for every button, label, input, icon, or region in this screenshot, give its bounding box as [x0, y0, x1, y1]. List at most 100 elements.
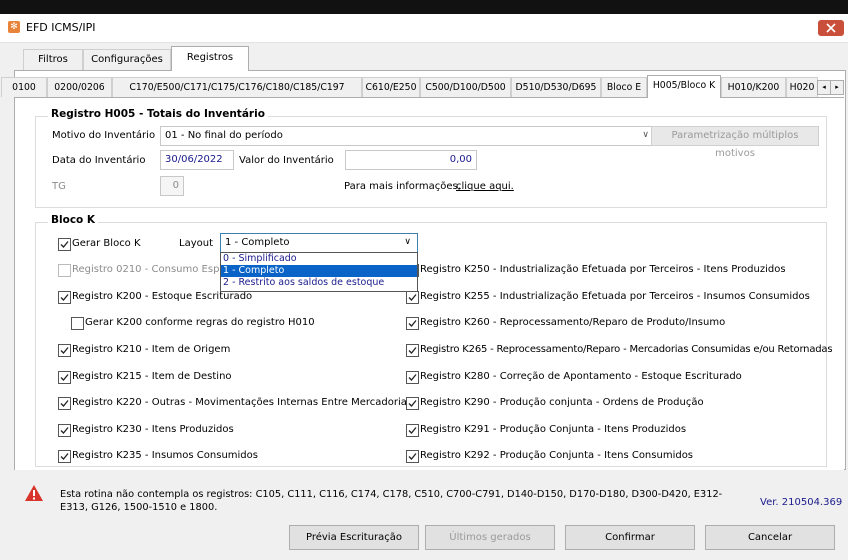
label-k280: Registro K280 - Correção de Apontamento …: [420, 371, 742, 382]
tab-c610-e250[interactable]: C610/E250: [362, 77, 420, 97]
checkmark-icon: [408, 453, 417, 460]
checkbox-0210[interactable]: [58, 264, 71, 277]
tab-h010-k200[interactable]: H010/K200: [721, 77, 786, 97]
close-button[interactable]: [818, 20, 844, 36]
confirmar-button[interactable]: Confirmar: [565, 525, 695, 550]
checkmark-icon: [60, 453, 69, 460]
tab-configuracoes[interactable]: Configurações: [83, 49, 171, 70]
checkbox-k215[interactable]: [58, 371, 71, 384]
ultimos-gerados-button[interactable]: Últimos gerados: [425, 525, 555, 550]
data-inventario-label: Data do Inventário: [52, 155, 146, 166]
close-icon: [826, 23, 836, 33]
tab-h020[interactable]: H020: [786, 77, 818, 97]
checkbox-k291[interactable]: [406, 424, 419, 437]
layout-dropdown-list: 0 - Simplificado 1 - Completo 2 - Restri…: [220, 252, 418, 292]
chevron-down-icon: ∨: [404, 237, 411, 247]
checkbox-k200-h010[interactable]: [71, 317, 84, 330]
checkmark-icon: [408, 400, 417, 407]
checkmark-icon: [60, 347, 69, 354]
checkmark-icon: [408, 294, 417, 301]
checkmark-icon: [60, 427, 69, 434]
motivo-label: Motivo do Inventário: [52, 130, 156, 141]
checkbox-k265[interactable]: [406, 344, 419, 357]
h005-group-title: Registro H005 - Totais do Inventário: [48, 108, 268, 120]
label-k292: Registro K292 - Produção Conjunta - Iten…: [420, 450, 694, 461]
tab-filtros[interactable]: Filtros: [23, 49, 83, 70]
layout-label: Layout: [179, 238, 213, 249]
registros-panel: 0100 0200/0206 C170/E500/C171/C175/C176/…: [1, 70, 846, 470]
checkbox-k220[interactable]: [58, 397, 71, 410]
h005-bloco-k-panel: Registro H005 - Totais do Inventário Mot…: [15, 97, 844, 470]
tg-field[interactable]: 0: [160, 176, 184, 196]
tab-scroll-right-icon[interactable]: ▸: [830, 80, 844, 95]
tab-registros[interactable]: Registros: [171, 46, 249, 71]
version-label: Ver. 210504.369: [760, 497, 843, 508]
gerar-bloco-k-label: Gerar Bloco K: [72, 238, 141, 249]
label-k290: Registro K290 - Produção conjunta - Orde…: [420, 397, 704, 408]
valor-inventario-label: Valor do Inventário: [239, 155, 334, 166]
label-k265: Registro K265 - Reprocessamento/Reparo -…: [420, 344, 833, 355]
data-inventario-field[interactable]: 30/06/2022: [160, 150, 234, 170]
layout-option-simplificado[interactable]: 0 - Simplificado: [221, 253, 417, 265]
inner-tab-strip: 0100 0200/0206 C170/E500/C171/C175/C176/…: [1, 75, 845, 98]
chevron-down-icon: ∨: [642, 130, 649, 140]
layout-select[interactable]: 1 - Completo ∨: [220, 233, 418, 253]
checkbox-k255[interactable]: [406, 291, 419, 304]
top-dark-bar: [0, 0, 848, 14]
tab-0200-0206[interactable]: 0200/0206: [47, 77, 112, 97]
label-k260: Registro K260 - Reprocessamento/Reparo d…: [420, 317, 726, 328]
warning-icon: [25, 485, 43, 501]
tab-0100[interactable]: 0100: [1, 77, 47, 97]
checkbox-k200[interactable]: [58, 291, 71, 304]
checkmark-icon: [60, 294, 69, 301]
checkbox-k210[interactable]: [58, 344, 71, 357]
tg-label: TG: [52, 181, 66, 192]
checkmark-icon: [60, 374, 69, 381]
motivo-value: 01 - No final do período: [165, 130, 283, 141]
label-k200-h010: Gerar K200 conforme regras do registro H…: [85, 317, 315, 328]
cancelar-button[interactable]: Cancelar: [705, 525, 835, 550]
valor-inventario-value: 0,00: [449, 154, 472, 165]
info-message: Esta rotina não contempla os registros: …: [60, 489, 723, 513]
label-k230: Registro K230 - Itens Produzidos: [72, 424, 234, 435]
label-k291: Registro K291 - Produção Conjunta - Iten…: [420, 424, 687, 435]
gerar-bloco-k-checkbox[interactable]: [58, 238, 71, 251]
label-k255: Registro K255 - Industrialização Efetuad…: [420, 291, 810, 302]
tab-scroll-left-icon[interactable]: ◂: [817, 80, 831, 95]
checkbox-k230[interactable]: [58, 424, 71, 437]
layout-option-restrito[interactable]: 2 - Restrito aos saldos de estoque: [221, 277, 417, 289]
motivo-select[interactable]: 01 - No final do período ∨: [160, 126, 656, 146]
checkbox-k290[interactable]: [406, 397, 419, 410]
parametrizacao-button[interactable]: Parametrização múltiplos motivos: [651, 126, 819, 159]
layout-value: 1 - Completo: [225, 237, 290, 248]
info-text: Para mais informações,: [344, 181, 461, 192]
tab-scroll-arrows: ◂ ▸: [817, 80, 844, 95]
bloco-k-group-title: Bloco K: [48, 214, 99, 226]
label-k210: Registro K210 - Item de Origem: [72, 344, 231, 355]
checkbox-k292[interactable]: [406, 450, 419, 463]
label-k250: Registro K250 - Industrialização Efetuad…: [420, 264, 786, 275]
label-k200: Registro K200 - Estoque Escriturado: [72, 291, 253, 302]
checkbox-k280[interactable]: [406, 371, 419, 384]
window-title: EFD ICMS/IPI: [26, 21, 96, 34]
tab-bloco-e[interactable]: Bloco E: [601, 77, 647, 97]
valor-inventario-field[interactable]: 0,00: [345, 150, 477, 170]
previa-escrituracao-button[interactable]: Prévia Escrituração: [289, 525, 419, 550]
checkmark-icon: [60, 241, 69, 248]
label-k220: Registro K220 - Outras - Movimentações I…: [72, 397, 413, 408]
label-k235: Registro K235 - Insumos Consumidos: [72, 450, 258, 461]
tab-c500-d100-d500[interactable]: C500/D100/D500: [420, 77, 511, 97]
window-titlebar: ✻ EFD ICMS/IPI: [0, 14, 848, 43]
clique-aqui-link[interactable]: clique aqui.: [456, 181, 514, 192]
layout-option-completo[interactable]: 1 - Completo: [221, 265, 417, 277]
checkmark-icon: [408, 320, 417, 327]
label-k215: Registro K215 - Item de Destino: [72, 371, 232, 382]
efd-app-icon: ✻: [8, 21, 20, 33]
checkmark-icon: [60, 400, 69, 407]
tab-d510-d530-d695[interactable]: D510/D530/D695: [511, 77, 601, 97]
tg-value: 0: [172, 180, 179, 191]
checkbox-k235[interactable]: [58, 450, 71, 463]
tab-h005-bloco-k[interactable]: H005/Bloco K: [647, 75, 721, 98]
checkbox-k260[interactable]: [406, 317, 419, 330]
tab-c170[interactable]: C170/E500/C171/C175/C176/C180/C185/C197: [112, 77, 362, 97]
